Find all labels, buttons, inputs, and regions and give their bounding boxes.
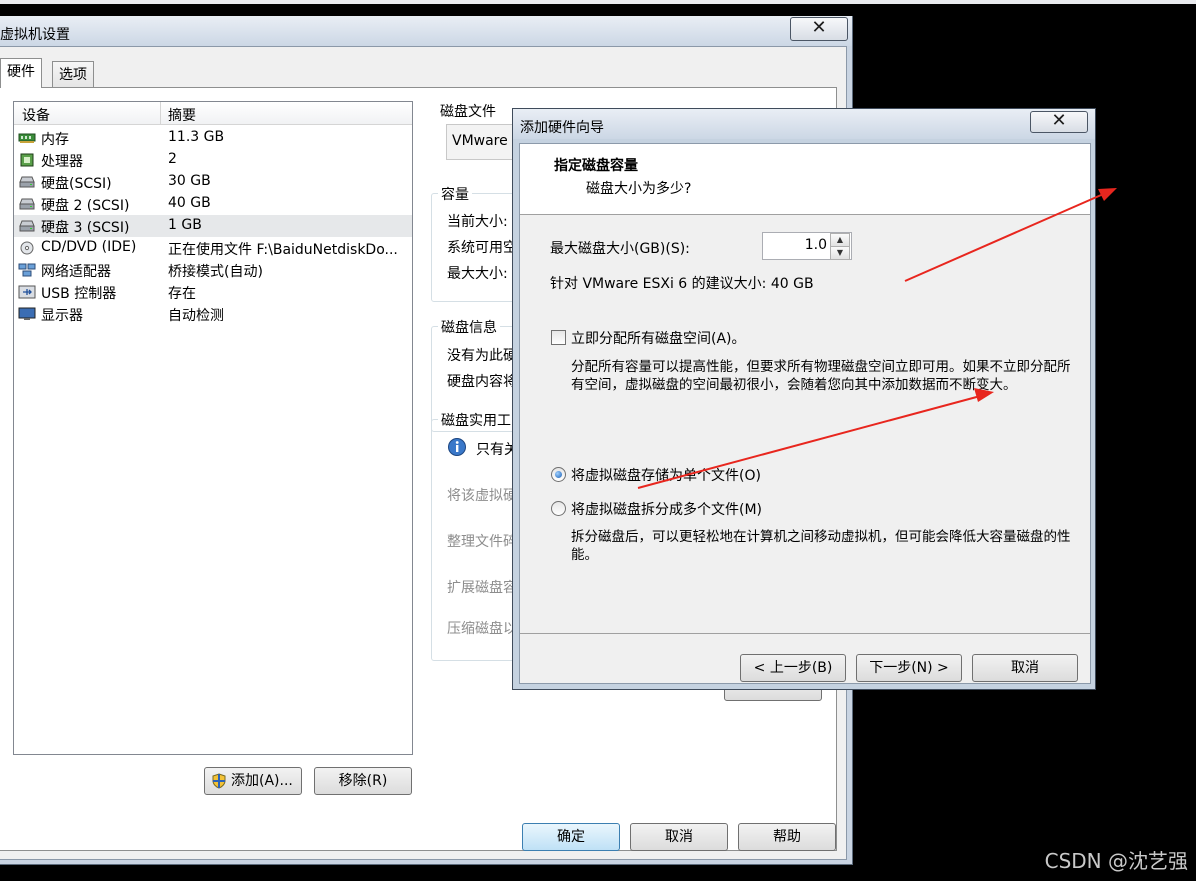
tab-hardware[interactable]: 硬件 xyxy=(0,58,42,88)
annotation-arrow-upper xyxy=(904,188,1117,282)
watermark: CSDN @沈艺强 xyxy=(1044,849,1188,873)
annotation-arrows xyxy=(637,188,1117,489)
annotation-arrow-lower xyxy=(637,388,994,489)
tab-hardware-label: 硬件 xyxy=(7,64,35,80)
